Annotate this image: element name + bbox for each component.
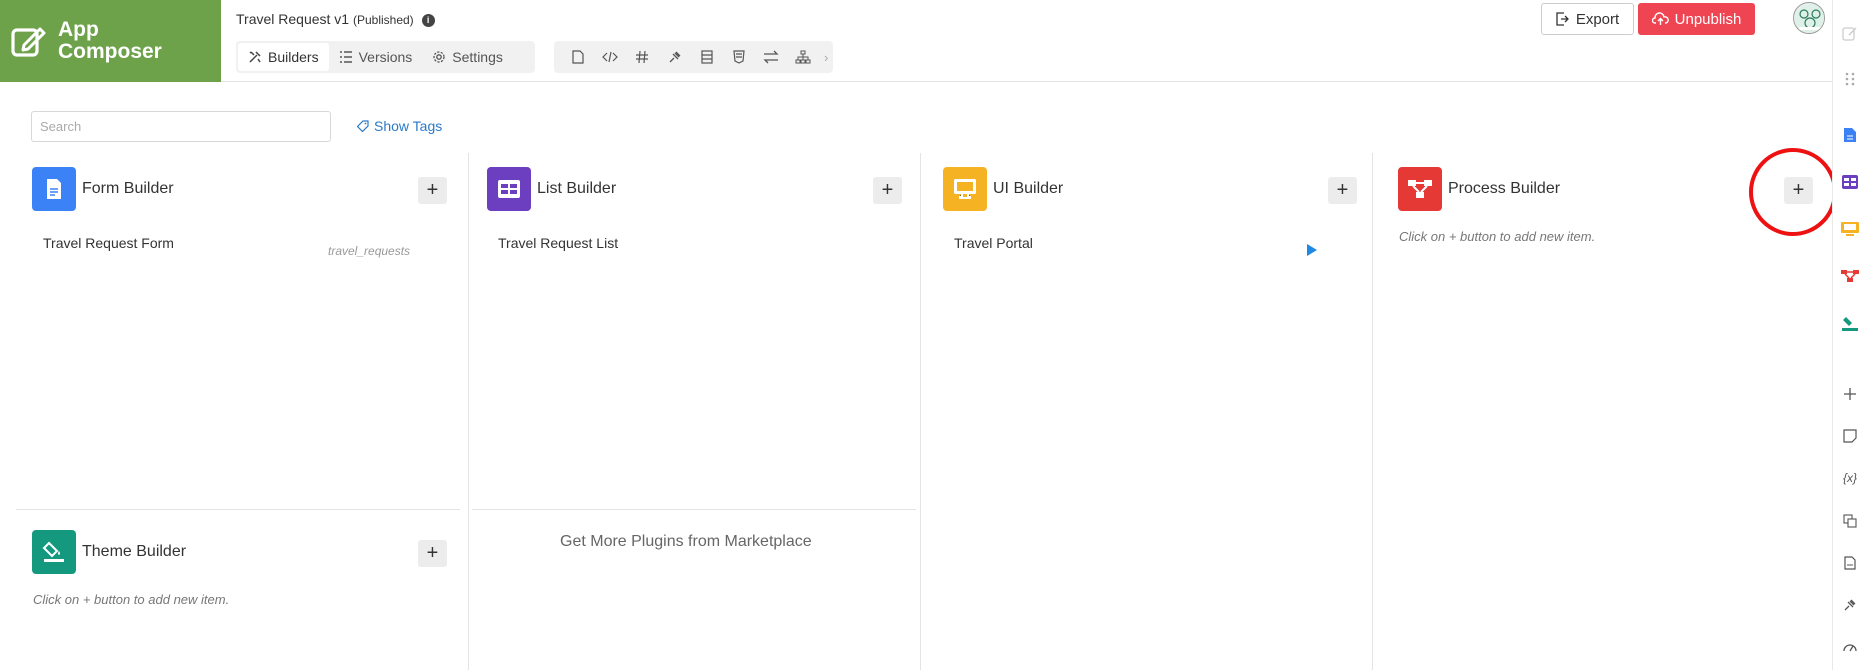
list-icon[interactable] [1833, 171, 1866, 193]
tab-versions-label: Versions [358, 49, 413, 65]
list-builder-panel: List Builder + [487, 167, 907, 227]
column-divider [468, 153, 469, 670]
form-builder-title: Form Builder [82, 180, 174, 197]
process-builder-title: Process Builder [1448, 180, 1561, 197]
theme-icon[interactable] [1833, 312, 1866, 334]
highlight-circle [1749, 148, 1837, 236]
app-name: Travel Request v1 [236, 11, 350, 27]
tab-settings[interactable]: Settings [422, 43, 513, 71]
sitemap-icon[interactable] [787, 43, 819, 71]
logo-line1: App [58, 18, 99, 41]
avatar[interactable] [1793, 2, 1825, 34]
tool-toolbar: › [554, 41, 833, 73]
tab-versions[interactable]: Versions [329, 43, 423, 71]
hash-icon[interactable] [626, 43, 658, 71]
row-divider [16, 509, 460, 510]
show-tags-label: Show Tags [374, 118, 443, 134]
edit-square-icon [11, 27, 46, 57]
tab-builders[interactable]: Builders [238, 43, 329, 71]
pdf-icon[interactable] [1833, 552, 1866, 574]
ui-builder-title: UI Builder [993, 180, 1064, 197]
form-icon [32, 167, 76, 211]
code-icon[interactable] [594, 43, 626, 71]
list-item-travel-request-form[interactable]: Travel Request Form [43, 235, 174, 251]
app-composer-window: App Composer Travel Request v1 (Publishe… [0, 0, 1866, 670]
builders-icon [249, 51, 261, 63]
theme-empty-message: Click on + button to add new item. [33, 592, 230, 607]
add-theme-button[interactable]: + [418, 540, 447, 567]
row-divider [472, 509, 916, 510]
export-label: Export [1575, 10, 1620, 28]
theme-icon [32, 530, 76, 574]
header: App Composer Travel Request v1 (Publishe… [0, 0, 1832, 82]
ui-icon [943, 167, 987, 211]
publish-status: (Published) [352, 13, 414, 27]
play-icon[interactable] [1307, 244, 1317, 256]
item-tag: travel_requests [328, 244, 411, 258]
translate-icon[interactable] [1833, 510, 1866, 532]
process-empty-message: Click on + button to add new item. [1399, 229, 1596, 244]
form-icon[interactable] [1833, 124, 1866, 146]
column-divider [1372, 153, 1373, 670]
versions-icon [339, 51, 352, 63]
theme-builder-panel: Theme Builder + [32, 530, 452, 590]
theme-builder-title: Theme Builder [82, 543, 187, 560]
database-icon[interactable] [691, 43, 723, 71]
right-sidebar: {x} [1832, 0, 1866, 670]
app-composer-logo[interactable]: App Composer [0, 0, 221, 82]
chevron-right-icon[interactable]: › [819, 43, 833, 71]
tab-settings-label: Settings [452, 49, 503, 65]
process-icon[interactable] [1833, 265, 1866, 287]
file-icon[interactable] [562, 43, 594, 71]
marketplace-link[interactable]: Get More Plugins from Marketplace [560, 533, 812, 551]
list-icon [487, 167, 531, 211]
ui-icon[interactable] [1833, 218, 1866, 240]
form-builder-panel: Form Builder + [32, 167, 452, 227]
note-icon[interactable] [1833, 425, 1866, 447]
shield-icon[interactable] [723, 43, 755, 71]
export-icon [1556, 12, 1569, 26]
ui-builder-panel: UI Builder + [943, 167, 1363, 227]
unpublish-button[interactable]: Unpublish [1638, 3, 1755, 35]
list-builder-title: List Builder [537, 180, 617, 197]
plugin-icon[interactable] [659, 43, 691, 71]
add-list-button[interactable]: + [873, 177, 902, 204]
info-icon[interactable]: i [421, 14, 435, 27]
tag-icon [357, 120, 369, 132]
list-item-travel-portal[interactable]: Travel Portal [954, 235, 1033, 251]
plus-icon[interactable] [1833, 383, 1866, 405]
process-icon [1398, 167, 1442, 211]
plugin-icon[interactable] [1833, 594, 1866, 616]
drag-icon[interactable] [1833, 68, 1866, 90]
column-divider [920, 153, 921, 670]
logo-text: App Composer [58, 19, 162, 63]
swap-icon[interactable] [755, 43, 787, 71]
edit-icon[interactable] [1833, 22, 1866, 44]
show-tags-link[interactable]: Show Tags [357, 118, 442, 134]
tab-builders-label: Builders [268, 49, 319, 65]
add-ui-button[interactable]: + [1328, 177, 1357, 204]
export-button[interactable]: Export [1541, 3, 1634, 35]
builder-tabs: Builders Versions Settings [236, 41, 535, 73]
list-item-travel-request-list[interactable]: Travel Request List [498, 235, 618, 251]
app-title: Travel Request v1 (Published) i [236, 11, 435, 27]
performance-icon[interactable] [1833, 636, 1866, 658]
logo-line2: Composer [58, 40, 162, 63]
add-form-button[interactable]: + [418, 177, 447, 204]
gear-icon [433, 51, 445, 63]
variable-icon[interactable]: {x} [1833, 467, 1866, 489]
search-input[interactable] [31, 111, 331, 142]
cloud-upload-icon [1651, 12, 1669, 25]
unpublish-label: Unpublish [1674, 10, 1742, 28]
